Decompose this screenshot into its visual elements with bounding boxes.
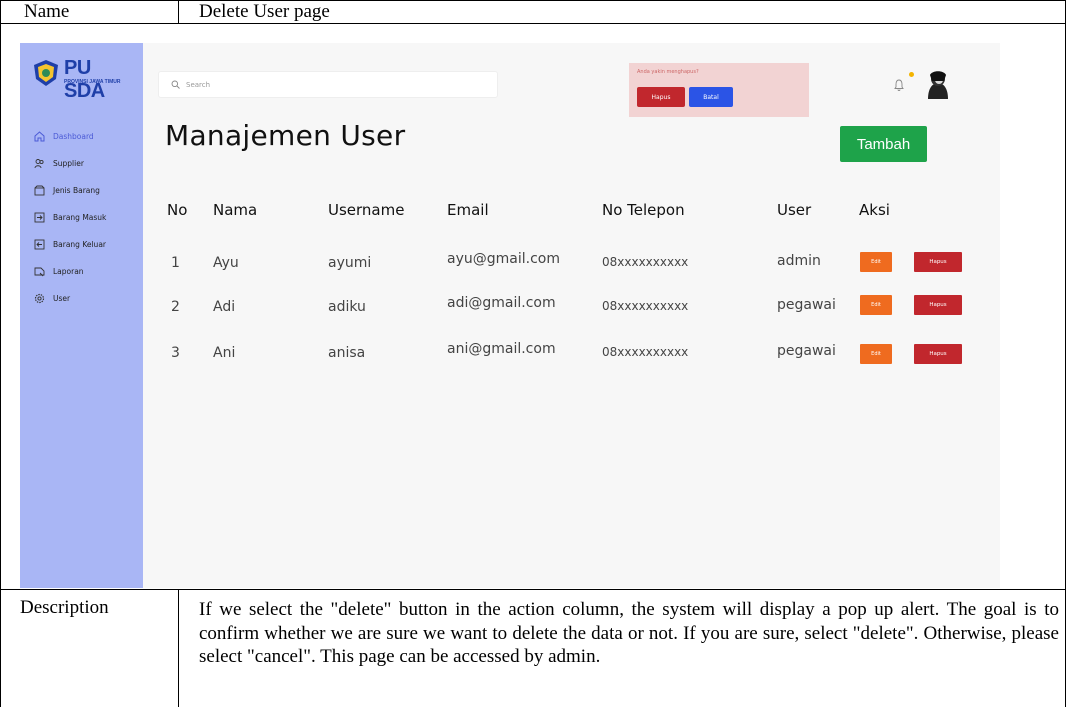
cell-email: ayu@gmail.com — [447, 251, 560, 267]
column-header-aksi: Aksi — [859, 201, 890, 219]
report-icon — [34, 266, 45, 277]
cell-username: ayumi — [328, 255, 372, 271]
delete-button[interactable]: Hapus — [914, 252, 962, 272]
sidebar-item-label: User — [53, 294, 71, 303]
emblem-icon — [34, 60, 58, 86]
sidebar-nav: Dashboard Supplier Jenis Barang Barang M… — [34, 123, 139, 312]
logout-icon — [34, 239, 45, 250]
login-icon — [34, 212, 45, 223]
delete-button[interactable]: Hapus — [914, 295, 962, 315]
gear-icon — [34, 293, 45, 304]
description-label: Description — [20, 597, 109, 618]
logo-subtitle: PROVINSI JAWA TIMUR — [64, 79, 121, 85]
search-input[interactable]: Search — [158, 71, 498, 98]
edit-button[interactable]: Edit — [860, 344, 892, 364]
cell-no: 2 — [171, 299, 180, 315]
cell-no: 3 — [171, 345, 180, 361]
column-header-email: Email — [447, 201, 489, 219]
alert-message: Anda yakin menghapus? — [637, 69, 699, 75]
column-header-no: No — [167, 201, 188, 219]
cell-email: adi@gmail.com — [447, 295, 556, 311]
sidebar-item-barang-keluar[interactable]: Barang Keluar — [34, 231, 139, 258]
column-header-telepon: No Telepon — [602, 201, 685, 219]
home-icon — [34, 131, 45, 142]
sidebar-item-supplier[interactable]: Supplier — [34, 150, 139, 177]
name-label: Name — [24, 1, 70, 22]
cell-user: pegawai — [777, 343, 836, 359]
sidebar-item-label: Supplier — [53, 159, 84, 168]
delete-confirm-alert: Anda yakin menghapus? Hapus Batal — [629, 63, 809, 117]
alert-confirm-delete-button[interactable]: Hapus — [637, 87, 685, 107]
edit-button[interactable]: Edit — [860, 295, 892, 315]
edit-button[interactable]: Edit — [860, 252, 892, 272]
sidebar-item-jenis-barang[interactable]: Jenis Barang — [34, 177, 139, 204]
search-placeholder: Search — [186, 80, 211, 89]
cell-user: pegawai — [777, 297, 836, 313]
delete-button[interactable]: Hapus — [914, 344, 962, 364]
column-header-nama: Nama — [213, 201, 258, 219]
cell-nama: Ani — [213, 345, 236, 361]
sidebar: PU SDA PROVINSI JAWA TIMUR Dashboard Sup… — [20, 43, 143, 588]
cell-no: 1 — [171, 255, 180, 271]
cell-email: ani@gmail.com — [447, 341, 556, 357]
cell-telepon: 08xxxxxxxxxx — [602, 255, 689, 269]
cell-nama: Ayu — [213, 255, 239, 271]
sidebar-item-barang-masuk[interactable]: Barang Masuk — [34, 204, 139, 231]
users-icon — [34, 158, 45, 169]
page-title: Manajemen User — [165, 119, 406, 152]
column-header-user: User — [777, 201, 812, 219]
sidebar-item-laporan[interactable]: Laporan — [34, 258, 139, 285]
sidebar-item-label: Jenis Barang — [53, 186, 100, 195]
cell-username: anisa — [328, 345, 366, 361]
cell-nama: Adi — [213, 299, 236, 315]
logo: PU SDA PROVINSI JAWA TIMUR — [32, 57, 132, 102]
cell-user: admin — [777, 253, 821, 269]
cell-username: adiku — [328, 299, 366, 315]
description-text: If we select the "delete" button in the … — [199, 599, 1059, 667]
app-screenshot: PU SDA PROVINSI JAWA TIMUR Dashboard Sup… — [20, 43, 1000, 588]
sidebar-item-dashboard[interactable]: Dashboard — [34, 123, 139, 150]
bell-icon[interactable] — [892, 78, 906, 92]
avatar[interactable] — [924, 69, 952, 99]
add-user-button[interactable]: Tambah — [840, 126, 927, 162]
sidebar-item-label: Laporan — [53, 267, 84, 276]
document-table: Name Delete User page Description If we … — [0, 0, 1066, 707]
sidebar-item-label: Barang Masuk — [53, 213, 107, 222]
alert-cancel-button[interactable]: Batal — [689, 87, 733, 107]
sidebar-item-label: Dashboard — [53, 132, 94, 141]
notification-dot — [909, 72, 914, 77]
cell-telepon: 08xxxxxxxxxx — [602, 345, 689, 359]
name-value: Delete User page — [199, 1, 330, 22]
box-icon — [34, 185, 45, 196]
column-header-username: Username — [328, 201, 405, 219]
sidebar-item-user[interactable]: User — [34, 285, 139, 312]
search-icon — [171, 80, 180, 89]
cell-telepon: 08xxxxxxxxxx — [602, 299, 689, 313]
sidebar-item-label: Barang Keluar — [53, 240, 106, 249]
